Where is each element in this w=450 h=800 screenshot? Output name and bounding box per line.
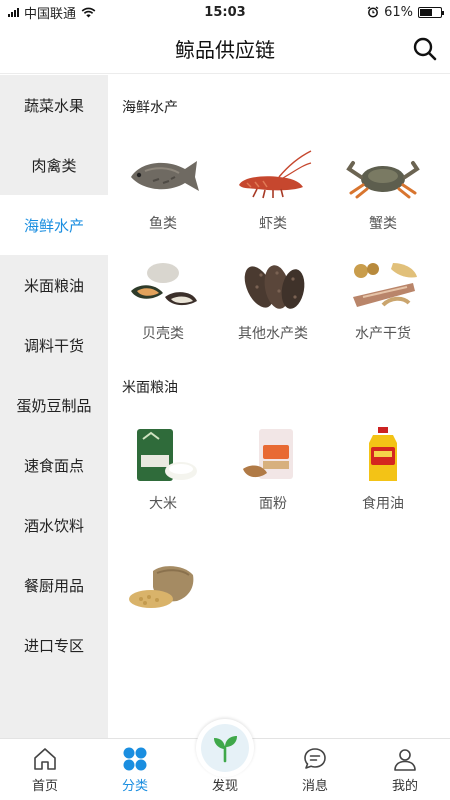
- tab-profile[interactable]: 我的: [360, 739, 450, 800]
- status-left: 中国联通: [8, 3, 96, 22]
- tab-label: 首页: [31, 779, 58, 794]
- fish-icon: [131, 161, 199, 191]
- tab-home[interactable]: 首页: [0, 739, 90, 800]
- subcategory-dried-seafood[interactable]: 水产干货: [328, 245, 438, 355]
- status-bar: 中国联通 15:03 61%: [0, 0, 450, 24]
- sidebar-item-seasonings[interactable]: 调料干货: [0, 315, 108, 375]
- carrier-name: 中国联通: [24, 6, 77, 22]
- sidebar-item-drinks[interactable]: 酒水饮料: [0, 495, 108, 555]
- discover-bubble: [196, 719, 254, 777]
- tab-discover[interactable]: 发现: [180, 719, 270, 800]
- subcategory-label: 蟹类: [369, 216, 397, 232]
- sidebar-item-rice-flour-oil[interactable]: 米面粮油: [0, 255, 108, 315]
- sidebar-item-seafood[interactable]: 海鲜水产: [0, 195, 108, 255]
- subcategory-label: 食用油: [362, 496, 404, 512]
- sidebar-item-label: 酒水饮料: [23, 516, 84, 535]
- subcategory-crab[interactable]: 蟹类: [328, 135, 438, 245]
- flour-bag-icon: [243, 429, 293, 479]
- nav-bar: 鲸品供应链: [0, 24, 450, 74]
- tab-label: 发现: [211, 779, 238, 794]
- profile-icon: [394, 749, 416, 771]
- page-title: 鲸品供应链: [175, 38, 275, 62]
- sidebar-item-label: 米面粮油: [23, 276, 84, 295]
- subcategory-other-aquatic[interactable]: 其他水产类: [218, 245, 328, 355]
- home-icon: [34, 748, 56, 770]
- subcategory-shellfish[interactable]: 贝壳类: [108, 245, 218, 355]
- subcategory-grains[interactable]: [108, 525, 218, 635]
- sidebar-item-label: 蛋奶豆制品: [16, 396, 92, 415]
- alarm-icon: [367, 6, 379, 18]
- section-title-grain-oil: 米面粮油: [122, 380, 178, 396]
- category-icon: [123, 747, 147, 771]
- sidebar-item-label: 肉禽类: [31, 156, 77, 175]
- sidebar-item-label: 蔬菜水果: [23, 96, 84, 115]
- oil-bottle-icon: [369, 427, 397, 481]
- status-right: 61%: [367, 4, 444, 20]
- wifi-icon: [81, 7, 96, 17]
- subcategory-shrimp[interactable]: 虾类: [218, 135, 328, 245]
- tab-label: 我的: [391, 779, 418, 794]
- subcategory-label: 鱼类: [149, 216, 177, 232]
- shellfish-icon: [131, 263, 197, 306]
- discover-inner: [201, 724, 249, 772]
- rice-bag-icon: [137, 429, 197, 481]
- bottom-tab-bar: 首页 分类 发现 消息 我的: [0, 719, 450, 800]
- sidebar-item-label: 速食面点: [23, 456, 84, 475]
- crab-icon: [346, 161, 420, 199]
- signal-icon: [8, 7, 19, 17]
- subcategory-label: 虾类: [259, 216, 287, 232]
- subcategory-cooking-oil[interactable]: 食用油: [328, 415, 438, 525]
- battery-icon: [418, 6, 444, 18]
- category-content: 海鲜水产 鱼类 虾类 蟹类 贝壳类 其他水产类 水产干货 米面粮油 大米 面粉 …: [108, 75, 450, 738]
- subcategory-label: 贝壳类: [142, 326, 184, 342]
- sidebar-item-label: 进口专区: [23, 636, 84, 655]
- sidebar-item-meat-poultry[interactable]: 肉禽类: [0, 135, 108, 195]
- tab-label: 消息: [301, 779, 328, 794]
- sprout-icon: [214, 736, 237, 763]
- subcategory-label: 大米: [149, 496, 177, 512]
- lobster-icon: [239, 150, 312, 199]
- sidebar-item-imports[interactable]: 进口专区: [0, 615, 108, 675]
- category-sidebar: 蔬菜水果 肉禽类 海鲜水产 米面粮油 调料干货 蛋奶豆制品 速食面点 酒水饮料 …: [0, 75, 108, 738]
- sidebar-item-eggs-dairy-tofu[interactable]: 蛋奶豆制品: [0, 375, 108, 435]
- subcategory-flour[interactable]: 面粉: [218, 415, 328, 525]
- tab-label: 分类: [121, 779, 148, 794]
- subcategory-label: 面粉: [259, 496, 287, 512]
- message-icon: [304, 748, 326, 769]
- section-title-seafood: 海鲜水产: [122, 100, 178, 116]
- subcategory-rice[interactable]: 大米: [108, 415, 218, 525]
- battery-percent: 61%: [384, 4, 413, 20]
- dried-seafood-icon: [353, 263, 417, 307]
- subcategory-label: 水产干货: [355, 326, 411, 342]
- sidebar-item-instant-food[interactable]: 速食面点: [0, 435, 108, 495]
- screen: 中国联通 15:03 61% 鲸品供应链 蔬菜水果 肉禽类 海鲜水产 米面粮油 …: [0, 0, 450, 800]
- sidebar-item-label: 海鲜水产: [23, 216, 84, 235]
- sidebar-item-vegetables-fruits[interactable]: 蔬菜水果: [0, 75, 108, 135]
- seafood-grid: 鱼类 虾类 蟹类 贝壳类 其他水产类 水产干货: [108, 135, 450, 355]
- tab-category[interactable]: 分类: [90, 739, 180, 800]
- sidebar-item-label: 调料干货: [23, 336, 84, 355]
- grain-sack-icon: [129, 566, 194, 608]
- search-icon[interactable]: [412, 36, 438, 62]
- sidebar-item-label: 餐厨用品: [23, 576, 84, 595]
- sea-cucumber-icon: [244, 265, 305, 309]
- subcategory-label: 其他水产类: [238, 326, 308, 342]
- tab-messages[interactable]: 消息: [270, 739, 360, 800]
- grain-oil-grid: 大米 面粉 食用油: [108, 415, 450, 635]
- subcategory-fish[interactable]: 鱼类: [108, 135, 218, 245]
- sidebar-item-kitchenware[interactable]: 餐厨用品: [0, 555, 108, 615]
